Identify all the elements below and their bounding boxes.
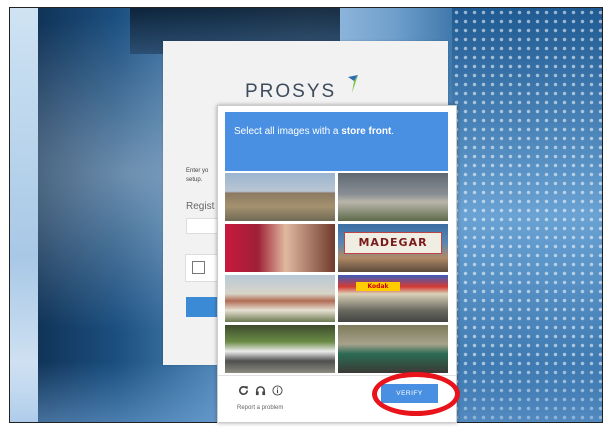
headphones-icon[interactable] (254, 385, 266, 397)
background-server-panel (452, 8, 602, 422)
prosys-logo: PROSYS (245, 81, 337, 102)
captcha-tile-6[interactable]: Kodak (338, 274, 448, 323)
captcha-instruction-prefix: Select all images with a (234, 126, 342, 137)
captcha-instruction-target: store front (341, 126, 392, 137)
captcha-tile-4[interactable]: MADEGAR (338, 223, 448, 272)
info-icon[interactable] (271, 385, 283, 397)
captcha-tile-7[interactable] (225, 325, 335, 373)
verify-highlight-circle (372, 372, 460, 416)
report-problem-link[interactable]: Report a problem (237, 405, 283, 411)
robot-checkbox[interactable] (192, 261, 205, 274)
captcha-tile-2[interactable] (338, 173, 448, 221)
background-left-stripe (10, 8, 38, 422)
captcha-tile-8[interactable] (338, 325, 448, 373)
register-label: Regist (186, 201, 215, 212)
captcha-instruction: Select all images with a store front. (234, 126, 394, 137)
madegar-sign: MADEGAR (344, 231, 442, 254)
reload-icon[interactable] (237, 385, 249, 397)
captcha-header: Select all images with a store front. (225, 112, 448, 171)
captcha-tile-1[interactable] (225, 173, 335, 221)
logo-mark-icon (348, 75, 358, 93)
captcha-instruction-suffix: . (391, 126, 395, 137)
kodak-sign: Kodak (356, 281, 400, 291)
captcha-tile-5[interactable] (225, 274, 335, 323)
captcha-tile-3[interactable] (225, 223, 335, 272)
captcha-image-grid: MADEGAR Kodak (225, 173, 448, 373)
